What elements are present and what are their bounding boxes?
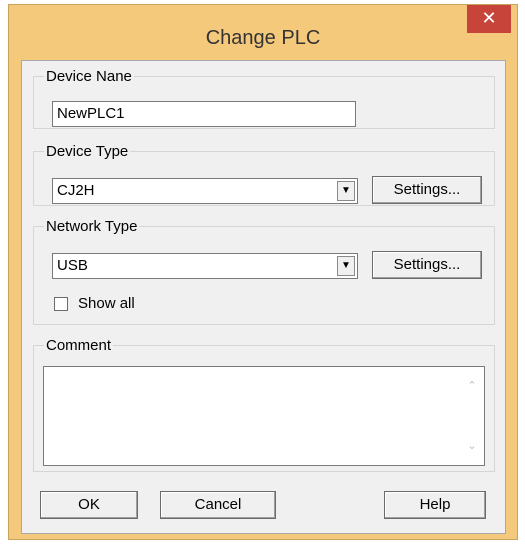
- scroll-up-icon[interactable]: ⌃: [466, 381, 478, 392]
- window-title: Change PLC: [205, 27, 321, 49]
- cancel-button[interactable]: Cancel: [160, 491, 276, 519]
- chevron-down-icon[interactable]: ▼: [337, 256, 355, 276]
- scroll-down-icon[interactable]: ⌄: [466, 441, 478, 452]
- comment-textarea[interactable]: ⌃ ⌄: [43, 366, 485, 466]
- chevron-down-icon[interactable]: ▼: [337, 181, 355, 201]
- dialog-client-area: Device Nane NewPLC1 Device Type CJ2H ▼ S…: [21, 60, 506, 534]
- network-type-select[interactable]: USB ▼: [52, 253, 358, 279]
- comment-group: Comment ⌃ ⌄: [33, 338, 495, 472]
- ok-button[interactable]: OK: [40, 491, 138, 519]
- device-type-legend: Device Type: [46, 143, 129, 160]
- title-bar: Change PLC ✕: [9, 5, 517, 67]
- network-type-legend: Network Type: [46, 218, 138, 235]
- network-type-group: Network Type USB ▼ Settings... Show all: [33, 219, 495, 325]
- device-type-group: Device Type CJ2H ▼ Settings...: [33, 144, 495, 206]
- device-type-select[interactable]: CJ2H ▼: [52, 178, 358, 204]
- comment-legend: Comment: [46, 337, 112, 354]
- device-name-input[interactable]: NewPLC1: [52, 101, 356, 127]
- device-name-group: Device Nane NewPLC1: [33, 69, 495, 129]
- close-icon: ✕: [481, 8, 497, 28]
- change-plc-dialog: Change PLC ✕ Device Nane NewPLC1 Device …: [8, 4, 518, 540]
- show-all-checkbox[interactable]: [54, 297, 68, 311]
- close-button[interactable]: ✕: [467, 5, 511, 33]
- show-all-label: Show all: [78, 295, 135, 312]
- device-name-legend: Device Nane: [46, 68, 132, 85]
- network-type-settings-button[interactable]: Settings...: [372, 251, 482, 279]
- help-button[interactable]: Help: [384, 491, 486, 519]
- device-type-selected-value: CJ2H: [57, 182, 95, 199]
- network-type-selected-value: USB: [57, 257, 88, 274]
- device-type-settings-button[interactable]: Settings...: [372, 176, 482, 204]
